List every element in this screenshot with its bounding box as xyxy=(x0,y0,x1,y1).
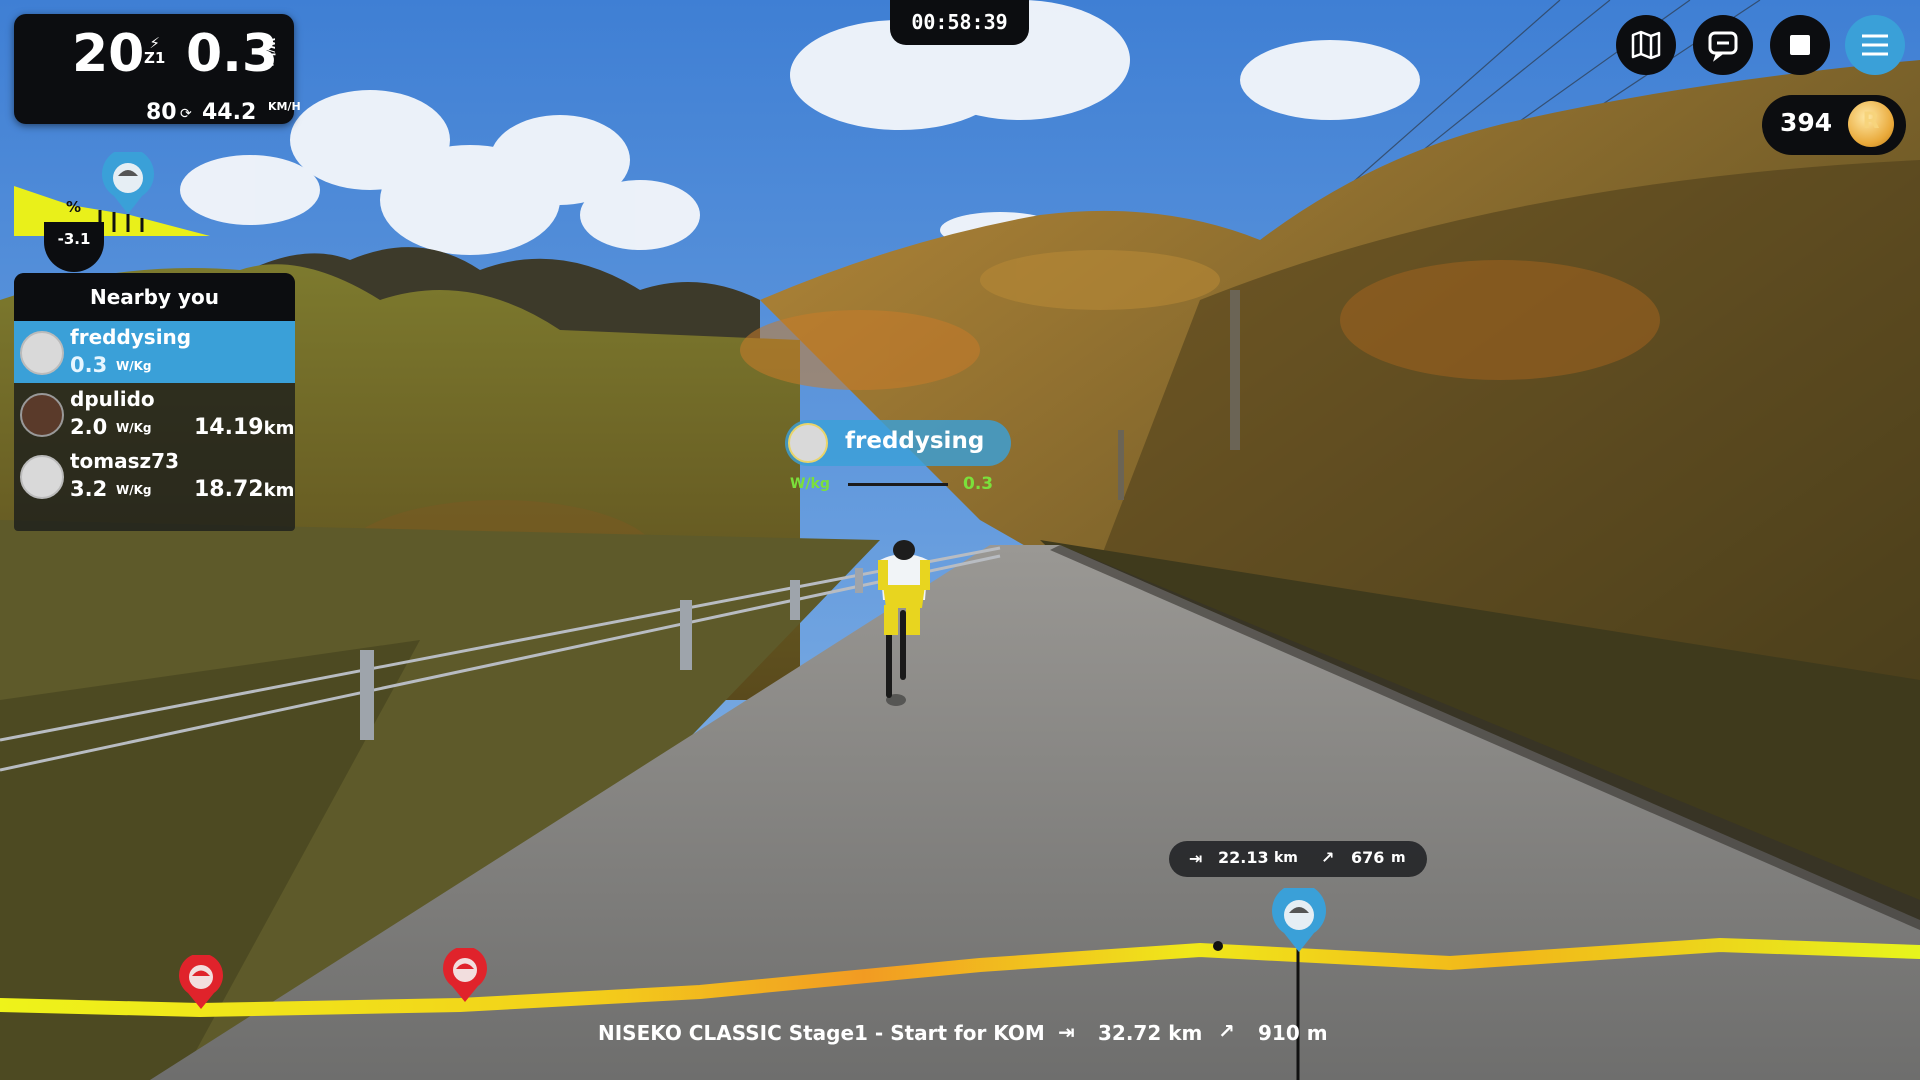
next-segment-elevation: 676 xyxy=(1351,848,1385,867)
stop-icon xyxy=(1790,35,1810,55)
nearby-panel: Nearby you freddysing 0.3 W/Kg dpulido 2… xyxy=(14,273,295,531)
chat-icon xyxy=(1708,31,1738,62)
rider-wkg-unit: W/Kg xyxy=(116,483,152,497)
menu-icon xyxy=(1862,34,1888,56)
next-segment-info: ⇥ 22.13 km ↗ 676 m xyxy=(1169,841,1427,877)
ride-timer: 00:58:39 xyxy=(890,0,1029,45)
ride-metrics-panel: 20 ⚡ Z1 0.3 W/kg 80 ⟳ 44.2 KM/H xyxy=(14,14,301,125)
rider-location-pin-icon xyxy=(102,152,154,214)
rider-name-tag[interactable]: freddysing xyxy=(785,420,1011,466)
rider-tag-wkg-value: 0.3 xyxy=(963,474,994,494)
nearby-row[interactable]: tomasz73 3.2 W/Kg 18.72km xyxy=(14,445,295,507)
stop-button[interactable] xyxy=(1770,15,1830,75)
rider-name: tomasz73 xyxy=(70,449,180,473)
distance-arrow-icon: ⇥ xyxy=(1189,849,1203,868)
rider-distance: 14.19km xyxy=(194,415,295,440)
rider-name: freddysing xyxy=(70,325,192,349)
route-elevation: 910 m xyxy=(1258,1021,1328,1045)
avatar xyxy=(20,331,64,375)
coins-counter: 394 R xyxy=(1762,95,1906,155)
route-info-bar: NISEKO CLASSIC Stage1 - Start for KOM ⇥ … xyxy=(0,1010,1920,1058)
next-segment-elevation-unit: m xyxy=(1391,850,1406,866)
map-button[interactable] xyxy=(1616,15,1676,75)
nearby-title: Nearby you xyxy=(14,273,295,321)
chat-button[interactable] xyxy=(1693,15,1753,75)
nearby-row[interactable]: freddysing 0.3 W/Kg xyxy=(14,321,295,383)
next-segment-distance: 22.13 xyxy=(1218,848,1269,867)
power-zone: ⚡ Z1 xyxy=(144,34,166,67)
coins-value: 394 xyxy=(1780,108,1833,137)
power-value: 20 xyxy=(72,24,145,84)
rider-tag-wkg-bar xyxy=(848,483,948,486)
rider-tag-name: freddysing xyxy=(845,428,985,454)
speed-value: 44.2 xyxy=(202,100,257,125)
nearby-row[interactable]: dpulido 2.0 W/Kg 14.19km xyxy=(14,383,295,445)
menu-button[interactable] xyxy=(1845,15,1905,75)
rider-wkg-unit: W/Kg xyxy=(116,359,152,373)
elevation-icon: ↗ xyxy=(1321,848,1335,867)
route-name: NISEKO CLASSIC Stage1 - Start for KOM xyxy=(598,1021,1045,1045)
speed-unit: KM/H xyxy=(268,100,301,113)
rider-distance: 18.72km xyxy=(194,477,295,502)
avatar xyxy=(788,423,828,463)
cadence-value: 80 xyxy=(146,100,177,125)
rider-tag-wkg-label: W/kg xyxy=(790,476,830,492)
avatar xyxy=(20,393,64,437)
map-icon xyxy=(1631,30,1661,60)
opponent-marker-icon xyxy=(443,948,487,1002)
elevation-icon: ↗ xyxy=(1218,1019,1235,1043)
rider-wkg: 0.3 xyxy=(70,353,108,377)
rider-name: dpulido xyxy=(70,387,155,411)
my-position-marker-icon xyxy=(1272,888,1326,952)
rider-wkg: 2.0 xyxy=(70,415,108,439)
road-scene xyxy=(0,0,1920,1080)
rider-wkg: 3.2 xyxy=(70,477,108,501)
route-distance: 32.72 km xyxy=(1098,1021,1203,1045)
avatar xyxy=(20,455,64,499)
distance-arrow-icon: ⇥ xyxy=(1058,1020,1075,1044)
opponent-marker-icon xyxy=(179,955,223,1009)
cadence-icon: ⟳ xyxy=(180,106,192,122)
rider-wkg-unit: W/Kg xyxy=(116,421,152,435)
wkg-unit: W/kg xyxy=(265,38,276,67)
gradient-percent-symbol: % xyxy=(66,198,82,216)
coin-icon: R xyxy=(1848,101,1894,147)
next-segment-distance-unit: km xyxy=(1274,850,1298,866)
